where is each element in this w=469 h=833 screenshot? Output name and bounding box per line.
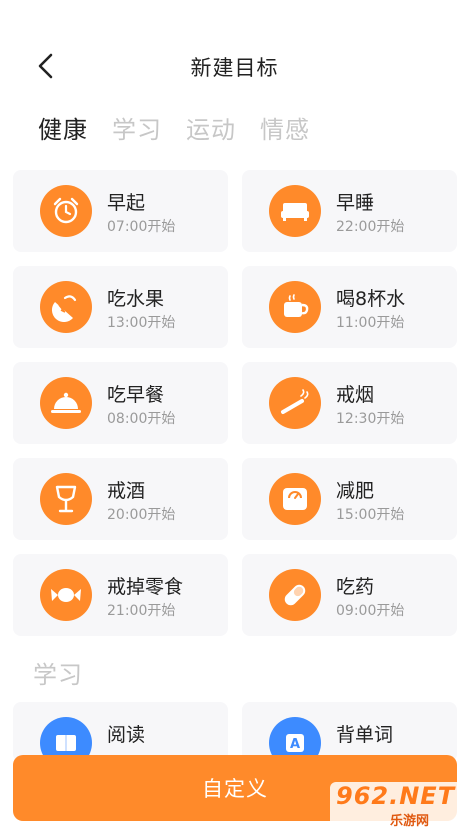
scale-icon (269, 473, 321, 525)
goal-name: 吃水果 (107, 288, 165, 310)
food-cloche-icon (40, 377, 92, 429)
category-tabs: 健康 学习 运动 情感 (38, 110, 334, 145)
goal-name: 喝8杯水 (336, 288, 406, 310)
cup-icon (269, 281, 321, 333)
goal-name: 戒酒 (107, 480, 146, 502)
cigarette-icon (269, 377, 321, 429)
goal-name: 早睡 (336, 192, 375, 214)
goal-name: 减肥 (336, 480, 375, 502)
alarm-clock-icon (40, 185, 92, 237)
goal-name: 背单词 (336, 724, 394, 746)
goal-start-time: 22:00开始 (336, 219, 405, 235)
goal-start-time: 15:00开始 (336, 507, 405, 523)
goal-name: 阅读 (107, 724, 146, 746)
goal-card-quit-drinking[interactable]: 戒酒 20:00开始 (13, 458, 228, 540)
section-title-study: 学习 (33, 661, 83, 689)
goal-name: 戒烟 (336, 384, 375, 406)
goal-start-time: 09:00开始 (336, 603, 405, 619)
tab-health[interactable]: 健康 (38, 110, 88, 145)
watermark-subtext: 乐游网 (390, 814, 430, 829)
goal-card-quit-smoking[interactable]: 戒烟 12:30开始 (242, 362, 457, 444)
bed-icon (269, 185, 321, 237)
fruit-slice-icon (40, 281, 92, 333)
watermark-text: 962.NET (336, 782, 456, 810)
wine-glass-icon (40, 473, 92, 525)
goal-name: 吃药 (336, 576, 375, 598)
goal-card-reading[interactable]: 阅读 (13, 702, 228, 769)
tab-emotion[interactable]: 情感 (260, 110, 310, 145)
goal-card-vocabulary[interactable]: A 背单词 (242, 702, 457, 769)
header: 新建目标 (0, 40, 469, 92)
goal-card-drink-water[interactable]: 喝8杯水 11:00开始 (242, 266, 457, 348)
goal-card-early-sleep[interactable]: 早睡 22:00开始 (242, 170, 457, 252)
pill-icon (269, 569, 321, 621)
goal-start-time: 07:00开始 (107, 219, 176, 235)
tab-study[interactable]: 学习 (112, 110, 162, 145)
goal-card-eat-breakfast[interactable]: 吃早餐 08:00开始 (13, 362, 228, 444)
goal-name: 早起 (107, 192, 146, 214)
goal-start-time: 11:00开始 (336, 315, 405, 331)
goal-start-time: 20:00开始 (107, 507, 176, 523)
goal-start-time: 13:00开始 (107, 315, 176, 331)
goal-card-early-rise[interactable]: 早起 07:00开始 (13, 170, 228, 252)
goal-start-time: 08:00开始 (107, 411, 176, 427)
goal-name: 吃早餐 (107, 384, 165, 406)
page-title: 新建目标 (190, 56, 279, 80)
goal-card-quit-snacks[interactable]: 戒掉零食 21:00开始 (13, 554, 228, 636)
watermark-logo: 962.NET 乐游网 (330, 782, 464, 829)
goal-card-take-medicine[interactable]: 吃药 09:00开始 (242, 554, 457, 636)
goal-start-time: 21:00开始 (107, 603, 176, 619)
candy-icon (40, 569, 92, 621)
goal-card-lose-weight[interactable]: 减肥 15:00开始 (242, 458, 457, 540)
goal-name: 戒掉零食 (107, 576, 184, 598)
goal-start-time: 12:30开始 (336, 411, 405, 427)
svg-text:A: A (290, 737, 300, 752)
tab-sport[interactable]: 运动 (186, 110, 236, 145)
goal-card-eat-fruit[interactable]: 吃水果 13:00开始 (13, 266, 228, 348)
